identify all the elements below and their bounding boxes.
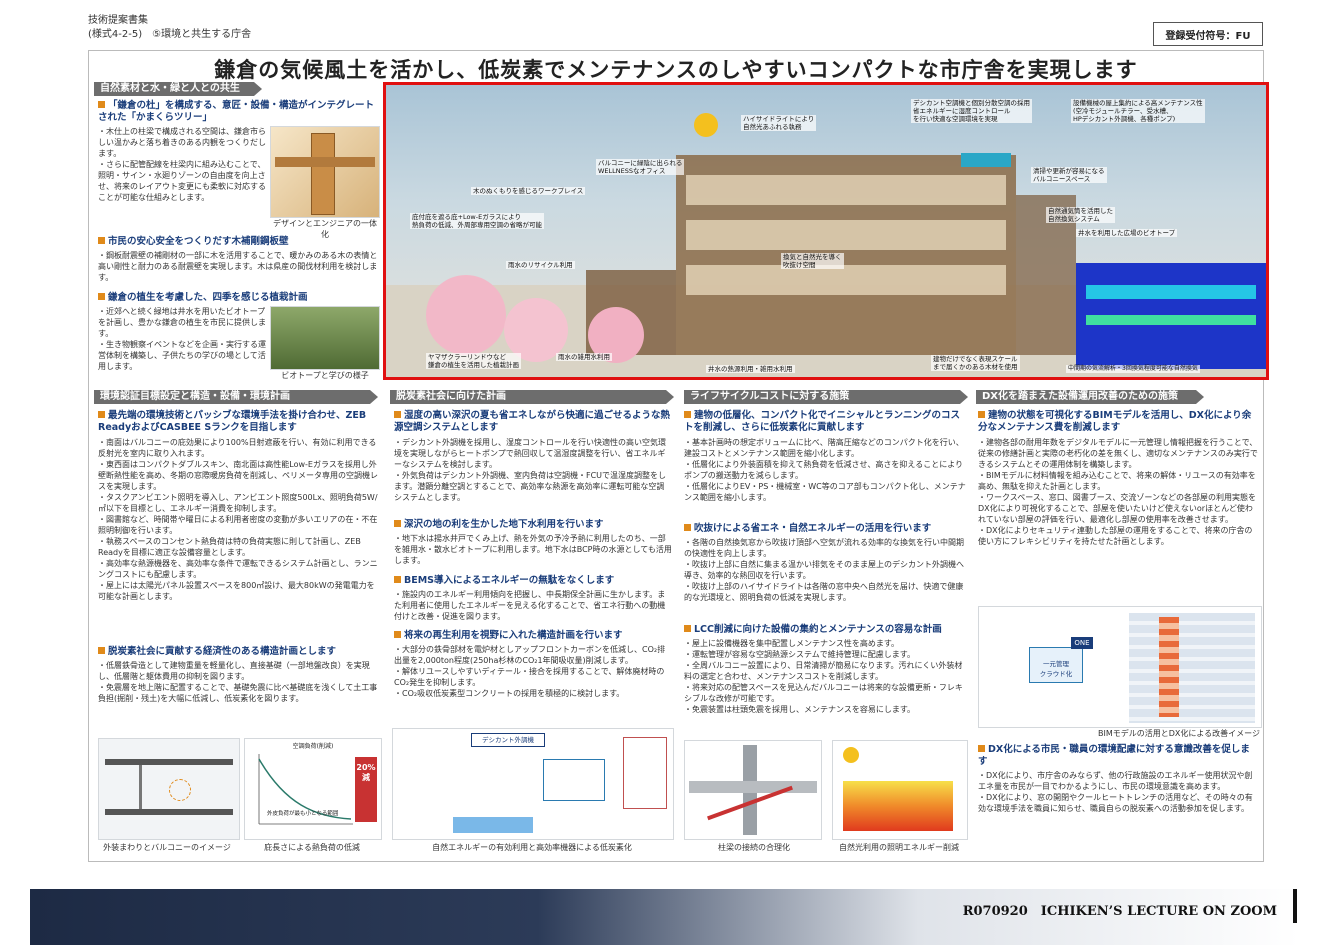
text-compact: ・基本計画時の想定ボリュームに比べ、階高圧縮などのコンパクト化を行い、建設コスト… <box>684 438 966 502</box>
desiccant-box: デシカント外調機 <box>471 733 545 747</box>
footer-lecture-label: R070920 ICHIKEN’S LECTURE ON ZOOM <box>962 904 1277 919</box>
rooftop-equipment <box>961 153 1011 167</box>
footer-accent-bar <box>1293 889 1297 923</box>
heading-kamakura-tree: 「鎌倉の杜」を構成する、意匠・設備・構造がインテグレートされた「かまくらツリー」 <box>98 100 380 124</box>
wood-column-figure <box>270 126 380 218</box>
document-meta: 技術提案書集 (様式4-2-5) ⑤環境と共生する庁舎 <box>88 14 251 42</box>
label-rooftop-equipment: 設備機械の屋上集約による高メンテナンス性 (空冷モジュールチラー、受水槽、 HP… <box>1071 99 1205 123</box>
text-bim: ・建物各部の耐用年数をデジタルモデルに一元管理し情報把握を行うことで、従来の修繕… <box>978 438 1258 546</box>
bim-dx-figure: 一元管理 クラウド化 ONE <box>978 606 1262 728</box>
office-box <box>543 759 605 801</box>
one-badge: ONE <box>1071 637 1093 649</box>
caption-column-joint: 柱梁の接続の合理化 <box>718 843 790 852</box>
airflow-band-b <box>1086 315 1256 325</box>
text-awareness: ・DX化により、市庁舎のみならず、他の行政施設のエネルギー使用状況や創エネ量を市… <box>978 771 1253 813</box>
heading-atrium: 吹抜けによる省エネ・自然エネルギーの活用を行います <box>684 523 966 535</box>
balcony-section-figure <box>98 738 240 840</box>
text-bems: ・施設内のエネルギー利用傾向を把握し、中長期保全計画に生かします。また利用者に使… <box>394 590 666 621</box>
heading-structure-economy: 脱炭素社会に貢献する経済性のある構造計画とします <box>98 646 380 658</box>
heading-lcc: LCC削減に向けた設備の集約とメンテナンスの容易な計画 <box>684 624 966 636</box>
cloud-management-box: 一元管理 クラウド化 <box>1029 647 1083 683</box>
label-planting-plan: ヤマザクラーリンドウなど 鎌倉の植生を活用した植栽計画 <box>426 353 521 369</box>
text-groundwater: ・地下水は揚水井戸でくみ上げ、熱を外気の予冷予熱に利用したのち、一部を雑用水・散… <box>394 534 672 565</box>
text-steel-wall: ・鋼板耐震壁の補剛材の一部に木を活用することで、暖かみのある木の表情と高い剛性と… <box>98 251 378 282</box>
heading-hvac: 湿度の高い深沢の夏も省エネしながら快適に過ごせるような熱源空調システムとします <box>394 410 671 433</box>
eave-load-chart: 空調負荷(削減) 20% 減 外皮負荷が最も小となる範囲 <box>244 738 382 840</box>
label-well-heat: 井水の熱源利用・雑用水利用 <box>706 365 795 373</box>
section-environment-certification: 環境認証目標設定と構造・設備・環境計画 <box>94 390 378 404</box>
label-well-biotope: 井水を利用した広場のビオトープ <box>1076 229 1178 237</box>
building-section-illustration: ハイサイドライトにより 自然光あふれる執務 デシカント空調機と個別分散空調の採用… <box>383 82 1269 380</box>
doc-meta-line1: 技術提案書集 <box>88 15 148 26</box>
label-wood-scale: 建物だけでなく表現スケール まで届くかのある木材を使用 <box>931 355 1020 371</box>
label-balcony: 清掃や更新が容易になる バルコニースペース <box>1031 167 1107 183</box>
label-desiccant: デシカント空調機と個別分散空調の採用 省エネルギーに湿度コントロール を行い快適… <box>911 99 1032 123</box>
cherry-tree-left <box>426 275 506 355</box>
heading-awareness: DX化による市民・職員の環境配慮に対する意識改善を促します <box>978 744 1258 768</box>
heading-bems: BEMS導入によるエネルギーの無駄をなくします <box>394 575 672 587</box>
heading-compact: 建物の低層化、コンパクト化でイニシャルとランニングのコストを削減し、さらに低炭素… <box>684 410 966 434</box>
chart-note: 外皮負荷が最も小となる範囲 <box>267 811 339 817</box>
reduction-badge: 20% 減 <box>356 763 376 782</box>
daylight-figure <box>832 740 968 840</box>
label-rainwater-use: 雨水の雑用水利用 <box>556 353 612 361</box>
column-joint-figure <box>684 740 822 840</box>
label-wellness-office: バルコニーに緑陰に出られる WELLNESSなオフィス <box>596 159 685 175</box>
section-decarbonization: 脱炭素社会に向けた計画 <box>390 390 674 404</box>
text-hvac: ・デシカント外調機を採用し、湿度コントロールを行い快適性の高い空気環境を実現しな… <box>394 438 667 502</box>
label-rain-recycle: 雨水のリサイクル利用 <box>506 261 575 269</box>
atrium-box <box>623 737 667 809</box>
label-atrium: 換気と自然光を導く 吹抜け空間 <box>781 253 844 269</box>
doc-meta-line2: (様式4-2-5) ⑤環境と共生する庁舎 <box>88 29 252 40</box>
heading-zeb-casbee: 最先端の環境技術とパッシブな環境手法を掛け合わせ、ZEB ReadyおよびCAS… <box>98 410 380 434</box>
caption-balcony: 外装まわりとバルコニーのイメージ <box>103 843 231 852</box>
page-title: 鎌倉の気候風土を活かし、低炭素でメンテナンスのしやすいコンパクトな市庁舎を実現し… <box>214 57 1138 82</box>
caption-bim: BIMモデルの活用とDX化による改善イメージ <box>1098 729 1260 738</box>
caption-eave: 庇長さによる熱負荷の低減 <box>264 843 360 852</box>
floor-1 <box>686 265 1006 295</box>
heading-reuse-structure: 将来の再生利用を視野に入れた構造計画を行います <box>394 630 672 642</box>
section-lifecycle-cost: ライフサイクルコストに対する施策 <box>684 390 968 404</box>
airflow-band-a <box>1086 285 1256 299</box>
floor-2 <box>686 220 1006 250</box>
label-airflow-analysis: 中間期の気流解析・3回換気程度可能な自然換気 <box>1066 365 1200 373</box>
sun-icon <box>694 113 718 137</box>
caption-energy-flow: 自然エネルギーの有効利用と高効率機器による低炭素化 <box>432 843 632 852</box>
well-water-tank <box>453 817 533 833</box>
caption-daylight: 自然光利用の照明エネルギー削減 <box>839 843 959 852</box>
heading-steel-wall: 市民の安心安全をつくりだす木補剛鋼板壁 <box>98 236 380 248</box>
section-nature: 自然素材と水・緑と人との共生 <box>94 82 262 96</box>
text-lcc: ・屋上に設備機器を集中配置しメンテナンス性を高めます。 ・運転管理が容易な空調熱… <box>684 639 963 714</box>
heading-planting: 鎌倉の植生を考慮した、四季を感じる植栽計画 <box>98 292 380 304</box>
biotope-photo <box>270 306 380 370</box>
text-structure-economy: ・低層鉄骨造として建物重量を軽量化し、直接基礎（一部地盤改良）を実現し、低層階と… <box>98 661 378 703</box>
registration-box: 登録受付符号：FU <box>1153 22 1263 46</box>
heading-bim: 建物の状態を可視化するBIMモデルを活用し、DX化により余分なメンテナンス費を削… <box>978 410 1258 434</box>
text-kamakura-tree: ・木仕上の柱梁で構成される空間は、鎌倉市らしい温かみと落ち着きのある内観をつくり… <box>98 127 266 202</box>
label-highside-light: ハイサイドライトにより 自然光あふれる執務 <box>741 115 817 131</box>
text-zeb-casbee: ・南面はバルコニーの庇効果により100%日射遮蔽を行い、有効に利用できる反射光を… <box>98 438 378 601</box>
section-dx: DX化を踏まえた設備運用改善のための施策 <box>976 390 1204 404</box>
text-atrium: ・各階の自然換気窓から吹抜け頂部へ空気が流れる効率的な換気を行い中間期の快適性を… <box>684 538 964 602</box>
caption-biotope: ビオトープと学びの様子 <box>281 371 369 380</box>
text-reuse-structure: ・大部分の鉄骨部材を電炉材としアップフロントカーボンを低減し、CO₂排出量を2,… <box>394 645 666 698</box>
floor-3 <box>686 175 1006 205</box>
label-natural-ventilation: 自然通気筒を活用した 自然換気システム <box>1046 207 1115 223</box>
heading-groundwater: 深沢の地の利を生かした地下水利用を行います <box>394 519 672 531</box>
energy-flow-diagram: デシカント外調機 <box>392 728 674 840</box>
text-planting: ・近郊へと続く緑地は井水を用いたビオトープを計画し、豊かな鎌倉の植生を市民に提供… <box>98 307 266 371</box>
label-low-e-glass: 庇付庇を遮る庇+Low-Eガラスにより 熱負荷の低減、外周部専用空調の省略が可能 <box>410 213 544 229</box>
label-wood-workplace: 木のぬくもりを感じるワークプレイス <box>471 187 586 195</box>
